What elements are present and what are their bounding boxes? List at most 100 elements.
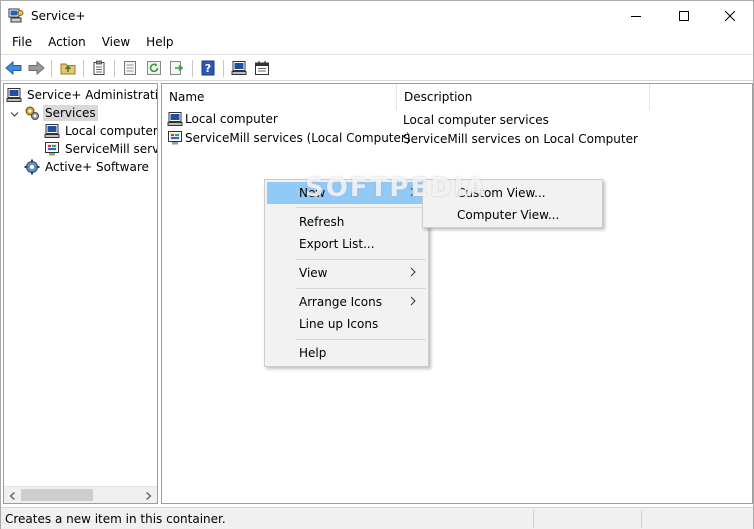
tree-item-label: Service+ Administration xyxy=(27,88,158,102)
list-item-description: Local computer services xyxy=(403,113,549,127)
new-submenu: Custom View... Computer View... xyxy=(422,179,603,228)
context-menu-new[interactable]: New xyxy=(267,182,426,204)
context-menu: New Refresh Export List... View Arrange … xyxy=(264,179,429,367)
gear-icon xyxy=(24,159,40,175)
menu-separator xyxy=(296,339,426,340)
context-menu-line-up-icons[interactable]: Line up Icons xyxy=(267,313,426,335)
gears-icon xyxy=(25,106,39,120)
minimize-icon xyxy=(631,16,641,17)
help-icon: ? xyxy=(201,60,215,76)
show-hide-tree-button[interactable] xyxy=(90,59,108,77)
tree-item-services[interactable]: Services xyxy=(24,104,98,122)
context-menu-label: Help xyxy=(299,346,327,360)
chevron-left-icon xyxy=(9,491,15,500)
tree-item-label: ServiceMill servic xyxy=(65,142,157,156)
context-menu-view[interactable]: View xyxy=(267,262,426,284)
status-segment xyxy=(641,510,642,528)
scroll-thumb[interactable] xyxy=(21,489,93,501)
list-item-description: ServiceMill services on Local Computer xyxy=(403,132,638,146)
computer-icon xyxy=(231,61,247,75)
context-menu-refresh[interactable]: Refresh xyxy=(267,211,426,233)
menu-file[interactable]: File xyxy=(4,32,40,53)
scroll-right-button[interactable] xyxy=(140,487,157,503)
submenu-computer-view[interactable]: Computer View... xyxy=(425,204,600,226)
help-button[interactable]: ? xyxy=(199,59,217,77)
refresh-icon xyxy=(147,61,161,75)
toolbar-separator xyxy=(51,60,52,77)
chevron-right-icon xyxy=(410,267,416,277)
scroll-left-button[interactable] xyxy=(4,487,21,503)
up-folder-icon xyxy=(60,63,76,75)
list-item-name: ServiceMill services (Local Computer) xyxy=(185,131,411,145)
export-icon xyxy=(170,61,184,75)
forward-button[interactable] xyxy=(27,59,45,77)
menu-help[interactable]: Help xyxy=(138,32,181,53)
app-window: Service+ File Action View Help ? Service… xyxy=(0,0,754,529)
toolbar-separator xyxy=(114,60,115,77)
submenu-custom-view[interactable]: Custom View... xyxy=(425,182,600,204)
menu-action[interactable]: Action xyxy=(40,32,94,53)
computer-icon xyxy=(44,124,60,138)
computer-icon xyxy=(167,112,183,126)
tree-item-label: Active+ Software xyxy=(45,160,149,174)
context-menu-arrange-icons[interactable]: Arrange Icons xyxy=(267,291,426,313)
menu-bar: File Action View Help xyxy=(1,32,753,53)
close-icon xyxy=(725,11,735,21)
menu-view[interactable]: View xyxy=(94,32,138,53)
chevron-right-icon xyxy=(410,187,416,197)
submenu-label: Computer View... xyxy=(457,208,560,222)
chevron-right-icon xyxy=(410,296,416,306)
minimize-button[interactable] xyxy=(613,1,659,31)
tree-item-label: Services xyxy=(43,105,98,121)
maximize-icon xyxy=(679,11,689,21)
menu-separator xyxy=(296,259,426,260)
context-menu-label: View xyxy=(299,266,328,280)
monitor-icon xyxy=(45,142,59,156)
tree-item-label: Local computer xyxy=(65,124,158,138)
navigation-tree[interactable]: Service+ Administration Services Local c… xyxy=(3,83,158,504)
list-item[interactable]: ServiceMill services (Local Computer) Se… xyxy=(167,130,747,148)
menu-separator xyxy=(296,288,426,289)
context-menu-label: Refresh xyxy=(299,215,345,229)
details-list[interactable]: Name Description Local computer Local co… xyxy=(161,83,753,504)
connect-computer-button[interactable] xyxy=(230,59,248,77)
properties-icon xyxy=(124,61,136,75)
menu-separator xyxy=(296,207,426,208)
context-menu-help[interactable]: Help xyxy=(267,342,426,364)
maximize-button[interactable] xyxy=(661,1,707,31)
chevron-down-icon[interactable] xyxy=(10,110,19,119)
tree-item-local-computer[interactable]: Local computer xyxy=(44,122,158,140)
up-one-level-button[interactable] xyxy=(59,59,77,77)
status-bar: Creates a new item in this container. xyxy=(1,507,753,529)
context-menu-label: New xyxy=(299,186,326,200)
tree-horizontal-scrollbar[interactable] xyxy=(4,486,157,503)
context-menu-export-list[interactable]: Export List... xyxy=(267,233,426,255)
context-menu-label: Arrange Icons xyxy=(299,295,382,309)
close-button[interactable] xyxy=(707,1,753,31)
schedule-button[interactable] xyxy=(253,59,271,77)
tree-item-active-software[interactable]: Active+ Software xyxy=(24,158,151,176)
status-text: Creates a new item in this container. xyxy=(5,512,226,526)
status-segment xyxy=(533,510,534,528)
refresh-button[interactable] xyxy=(145,59,163,77)
toolbar: ? xyxy=(1,54,753,81)
column-header-name[interactable]: Name xyxy=(162,84,397,110)
tree-item-servicemill[interactable]: ServiceMill servic xyxy=(44,140,157,158)
monitor-icon xyxy=(168,131,182,145)
window-title: Service+ xyxy=(31,9,86,23)
clipboard-icon xyxy=(93,60,105,75)
submenu-label: Custom View... xyxy=(457,186,546,200)
chevron-right-icon xyxy=(146,491,152,500)
tree-item-service-admin[interactable]: Service+ Administration xyxy=(6,86,158,104)
calendar-icon xyxy=(255,61,269,75)
toolbar-separator xyxy=(192,60,193,77)
back-button[interactable] xyxy=(5,59,23,77)
properties-button[interactable] xyxy=(121,59,139,77)
list-item[interactable]: Local computer Local computer services xyxy=(167,111,747,129)
svg-text:?: ? xyxy=(205,62,211,75)
export-list-button[interactable] xyxy=(168,59,186,77)
toolbar-separator xyxy=(83,60,84,77)
toolbar-separator xyxy=(223,60,224,77)
title-bar: Service+ xyxy=(1,1,753,31)
column-header-description[interactable]: Description xyxy=(397,84,650,110)
